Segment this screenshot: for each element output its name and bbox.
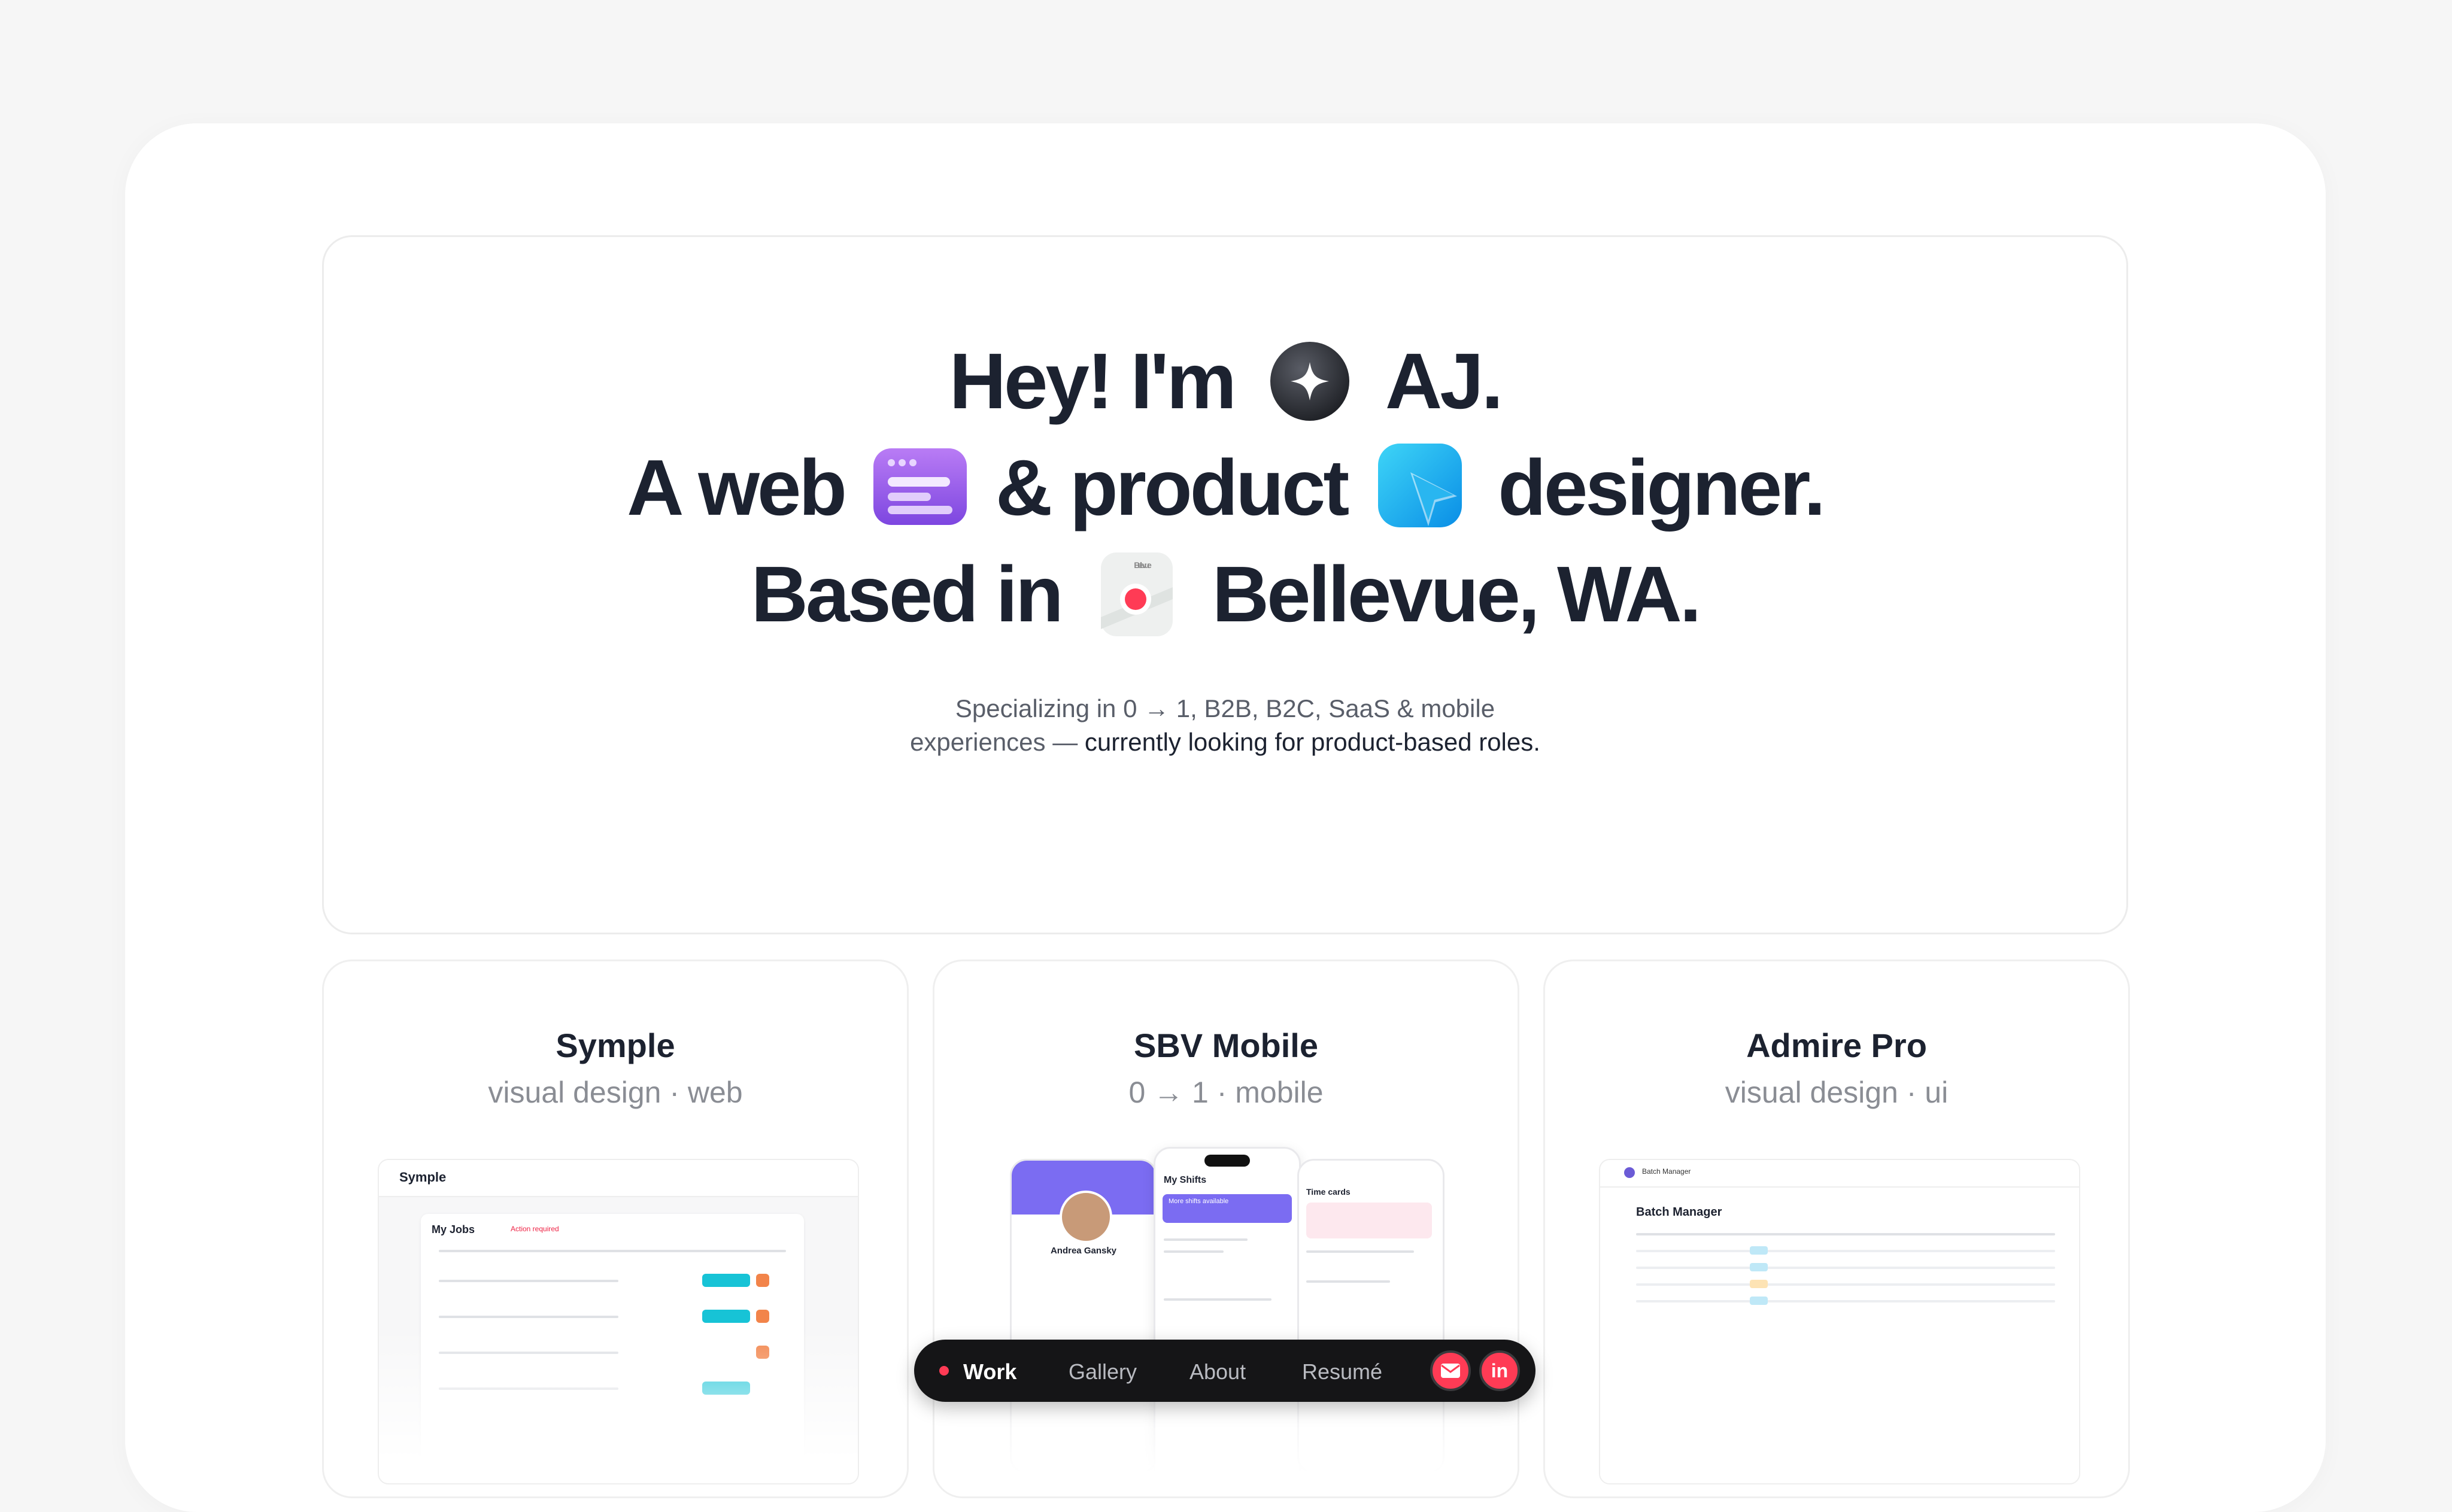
project-title: SBV Mobile xyxy=(1133,1027,1319,1064)
headline-text: Bellevue, WA. xyxy=(1212,550,1702,638)
headline-text: & product xyxy=(996,444,1349,532)
project-tags: visual design · web xyxy=(488,1076,743,1109)
subtitle-plain: experiences — xyxy=(910,728,1078,756)
preview-name: Andrea Gansky xyxy=(1050,1246,1117,1256)
headline-text: A web xyxy=(627,444,847,532)
headline-text: Based in xyxy=(751,550,1064,638)
preview-alert: Action required xyxy=(511,1225,559,1233)
preview-heading: Batch Manager xyxy=(1636,1206,1722,1219)
hero-card: Hey! I'm AJ. A web & product designer. B… xyxy=(322,235,2128,934)
headline-text: AJ. xyxy=(1385,337,1503,425)
preview-banner: More shifts available xyxy=(1163,1194,1292,1223)
project-preview-admire: Batch Manager Batch Manager xyxy=(1599,1159,2080,1484)
sparkle-avatar-icon xyxy=(1261,332,1359,430)
subtitle-emphasis: currently looking for product-based role… xyxy=(1084,728,1540,756)
project-title: Symple xyxy=(556,1027,675,1064)
project-card-symple[interactable]: Symple visual design · web Symple My Job… xyxy=(322,960,909,1498)
nav-work[interactable]: Work xyxy=(963,1359,1016,1385)
cursor-pointer-icon xyxy=(1373,439,1471,537)
map-label: Bellevue xyxy=(1134,560,1152,570)
preview-card-title: Time cards xyxy=(1306,1187,1351,1197)
headline-text: designer. xyxy=(1498,444,1826,532)
preview-heading: My Jobs xyxy=(432,1223,475,1235)
headline-text: Hey! I'm xyxy=(949,337,1237,425)
preview-app-name: Batch Manager xyxy=(1642,1167,1691,1176)
linkedin-button[interactable]: in xyxy=(1479,1350,1520,1391)
subtitle-line: Specializing in 0 → 1, B2B, B2C, SaaS & … xyxy=(955,694,1495,722)
subtitle-line: experiences — currently looking for prod… xyxy=(324,725,2126,759)
mail-button[interactable] xyxy=(1430,1350,1471,1391)
active-indicator-dot xyxy=(939,1366,949,1376)
browser-window-icon xyxy=(871,439,969,537)
project-card-admire-pro[interactable]: Admire Pro visual design · ui Batch Mana… xyxy=(1543,960,2130,1498)
map-pin-icon: Bellevue xyxy=(1088,545,1186,643)
project-tags: 0 → 1 · mobile xyxy=(1128,1076,1324,1109)
project-card-sbv-mobile[interactable]: SBV Mobile 0 → 1 · mobile Andrea Gansky … xyxy=(933,960,1519,1498)
project-preview-symple: Symple My Jobs Action required xyxy=(378,1159,859,1484)
mail-icon xyxy=(1441,1364,1460,1378)
hero-headline: Hey! I'm AJ. A web & product designer. B… xyxy=(324,328,2126,648)
project-title: Admire Pro xyxy=(1746,1027,1927,1064)
hero-subtitle: Specializing in 0 → 1, B2B, B2C, SaaS & … xyxy=(324,692,2126,759)
nav-gallery[interactable]: Gallery xyxy=(1069,1359,1137,1385)
preview-logo: Symple xyxy=(399,1170,447,1185)
project-tags: visual design · ui xyxy=(1725,1076,1949,1109)
nav-resume[interactable]: Resumé xyxy=(1302,1359,1382,1385)
preview-heading: My Shifts xyxy=(1164,1175,1207,1185)
linkedin-icon: in xyxy=(1491,1359,1509,1382)
floating-navbar: Work Gallery About Resumé in xyxy=(914,1340,1535,1402)
nav-about[interactable]: About xyxy=(1189,1359,1246,1385)
